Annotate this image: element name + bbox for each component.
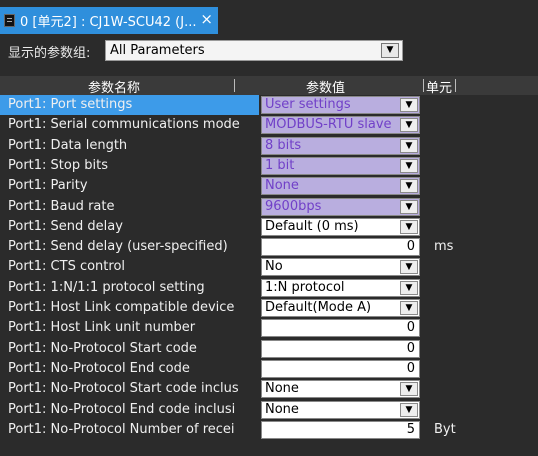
parameter-group-value: All Parameters bbox=[110, 43, 205, 58]
parameter-value-text: User settings bbox=[265, 97, 351, 112]
parameter-name: Port1: Send delay (user-specified) bbox=[8, 239, 228, 255]
parameter-value-dropdown[interactable]: 9600bps ▼ bbox=[261, 197, 420, 216]
table-row[interactable]: Port1: No-Protocol Number of recei 5 Byt bbox=[0, 420, 538, 440]
chevron-down-icon[interactable]: ▼ bbox=[400, 382, 418, 397]
table-row[interactable]: Port1: No-Protocol Start code inclus None… bbox=[0, 379, 538, 399]
chevron-down-icon[interactable]: ▼ bbox=[400, 179, 418, 194]
tab-unit2[interactable]: 0 [单元2] : CJ1W-SCU42 (J... × bbox=[0, 7, 218, 34]
column-header-value[interactable]: 参数值 bbox=[306, 77, 345, 96]
grid-header: 参数名称 参数值 单元 bbox=[0, 76, 538, 96]
parameter-value-dropdown[interactable]: None ▼ bbox=[261, 400, 420, 419]
column-separator[interactable] bbox=[234, 79, 235, 92]
chevron-down-icon[interactable]: ▼ bbox=[400, 301, 418, 315]
table-row[interactable]: Port1: Host Link unit number 0 bbox=[0, 318, 538, 338]
parameter-name: Port1: No-Protocol Number of recei bbox=[8, 421, 235, 437]
table-row[interactable]: Port1: Baud rate 9600bps ▼ bbox=[0, 197, 538, 217]
parameter-group-label: 显示的参数组: bbox=[8, 46, 91, 61]
parameter-value-text: 1:N protocol bbox=[265, 279, 345, 295]
chevron-down-icon[interactable]: ▼ bbox=[400, 118, 418, 133]
parameter-value-dropdown[interactable]: MODBUS-RTU slave ▼ bbox=[261, 116, 420, 135]
parameter-name: Port1: No-Protocol End code bbox=[8, 360, 190, 376]
parameter-value-input[interactable]: 0 bbox=[261, 319, 420, 338]
chevron-down-icon[interactable]: ▼ bbox=[400, 98, 418, 112]
parameter-unit: Byt bbox=[434, 421, 456, 437]
parameter-value-dropdown[interactable]: None ▼ bbox=[261, 380, 420, 399]
table-row[interactable]: Port1: No-Protocol Start code 0 bbox=[0, 339, 538, 359]
chevron-down-icon[interactable]: ▼ bbox=[400, 260, 418, 275]
tab-title: 0 [单元2] : CJ1W-SCU42 (J... bbox=[20, 15, 197, 30]
parameter-name: Port1: 1:N/1:1 protocol setting bbox=[8, 279, 205, 295]
parameter-name: Port1: Serial communications mode bbox=[8, 117, 240, 133]
parameter-value-text: 1 bit bbox=[265, 157, 295, 173]
tab-strip: 0 [单元2] : CJ1W-SCU42 (J... × bbox=[0, 0, 538, 34]
parameter-value-text: 8 bits bbox=[265, 137, 302, 153]
chevron-down-icon[interactable]: ▼ bbox=[400, 280, 418, 295]
table-row[interactable]: Port1: 1:N/1:1 protocol setting 1:N proto… bbox=[0, 278, 538, 298]
parameter-name: Port1: CTS control bbox=[8, 259, 126, 275]
parameter-name: Port1: Data length bbox=[8, 137, 128, 153]
chevron-down-icon[interactable]: ▼ bbox=[381, 43, 399, 58]
parameter-name: Port1: No-Protocol Start code bbox=[8, 340, 197, 356]
column-separator[interactable] bbox=[423, 79, 424, 92]
parameter-name: Port1: Send delay bbox=[8, 218, 123, 234]
chevron-down-icon[interactable]: ▼ bbox=[400, 158, 418, 173]
table-row[interactable]: Port1: Serial communications mode MODBUS-… bbox=[0, 115, 538, 135]
parameter-value-text: None bbox=[265, 381, 299, 397]
parameter-value-input[interactable]: 0 bbox=[261, 359, 420, 378]
chevron-down-icon[interactable]: ▼ bbox=[400, 138, 418, 153]
parameter-value-dropdown[interactable]: 8 bits ▼ bbox=[261, 136, 420, 155]
parameter-value-dropdown[interactable]: Default (0 ms) ▼ bbox=[261, 217, 420, 236]
parameter-value-text: None bbox=[265, 401, 299, 417]
table-row[interactable]: Port1: CTS control No ▼ bbox=[0, 257, 538, 277]
parameter-name: Port1: Stop bits bbox=[8, 157, 108, 173]
table-row[interactable]: Port1: Parity None ▼ bbox=[0, 176, 538, 196]
parameter-unit: ms bbox=[434, 239, 454, 255]
parameter-name: Port1: Port settings bbox=[0, 95, 259, 115]
window-icon bbox=[4, 14, 15, 27]
chevron-down-icon[interactable]: ▼ bbox=[400, 219, 418, 234]
table-row[interactable]: Port1: No-Protocol End code inclusi None ▼ bbox=[0, 400, 538, 420]
table-row[interactable]: Port1: Send delay (user-specified) 0 ms bbox=[0, 237, 538, 257]
parameter-name: Port1: Baud rate bbox=[8, 198, 115, 214]
parameter-value-text: Default(Mode A) bbox=[265, 300, 372, 315]
parameter-value-input[interactable]: 0 bbox=[261, 339, 420, 358]
table-row[interactable]: Port1: No-Protocol End code 0 bbox=[0, 359, 538, 379]
parameter-grid: 参数名称 参数值 单元 Port1: Port settings User set… bbox=[0, 76, 538, 456]
parameter-group-select[interactable]: All Parameters ▼ bbox=[105, 40, 403, 61]
close-icon[interactable]: × bbox=[200, 10, 213, 28]
parameter-value-text: 9600bps bbox=[265, 198, 322, 214]
parameter-name: Port1: Parity bbox=[8, 178, 88, 194]
column-header-unit[interactable]: 单元 bbox=[426, 77, 452, 96]
parameter-name: Port1: No-Protocol End code inclusi bbox=[8, 401, 236, 417]
parameter-value-text: Default (0 ms) bbox=[265, 218, 359, 234]
parameter-value-text: No bbox=[265, 259, 283, 275]
table-row[interactable]: Port1: Host Link compatible device Defaul… bbox=[0, 298, 538, 318]
parameter-name: Port1: No-Protocol Start code inclus bbox=[8, 381, 239, 397]
table-row[interactable]: Port1: Stop bits 1 bit ▼ bbox=[0, 156, 538, 176]
parameter-value-dropdown[interactable]: Default(Mode A) ▼ bbox=[261, 299, 420, 317]
parameter-name: Port1: Host Link unit number bbox=[8, 320, 196, 336]
table-row[interactable]: Port1: Data length 8 bits ▼ bbox=[0, 136, 538, 156]
chevron-down-icon[interactable]: ▼ bbox=[400, 402, 418, 417]
parameter-value-dropdown[interactable]: 1 bit ▼ bbox=[261, 156, 420, 175]
parameter-group-row: 显示的参数组: All Parameters ▼ bbox=[0, 34, 538, 68]
chevron-down-icon[interactable]: ▼ bbox=[400, 199, 418, 214]
parameter-value-dropdown[interactable]: None ▼ bbox=[261, 177, 420, 196]
parameter-value-input[interactable]: 0 bbox=[261, 238, 420, 257]
table-row[interactable]: Port1: Send delay Default (0 ms) ▼ bbox=[0, 217, 538, 237]
parameter-value-text: MODBUS-RTU slave bbox=[265, 117, 392, 133]
parameter-value-dropdown[interactable]: 1:N protocol ▼ bbox=[261, 278, 420, 297]
parameter-value-dropdown[interactable]: No ▼ bbox=[261, 258, 420, 277]
parameter-value-text: None bbox=[265, 178, 299, 194]
parameter-value-dropdown[interactable]: User settings ▼ bbox=[261, 96, 420, 114]
column-header-name[interactable]: 参数名称 bbox=[88, 77, 140, 96]
parameter-name: Port1: Host Link compatible device bbox=[8, 300, 235, 315]
table-row[interactable]: Port1: Port settings User settings ▼ bbox=[0, 95, 538, 115]
column-separator[interactable] bbox=[455, 79, 456, 92]
parameter-value-input[interactable]: 5 bbox=[261, 420, 420, 439]
